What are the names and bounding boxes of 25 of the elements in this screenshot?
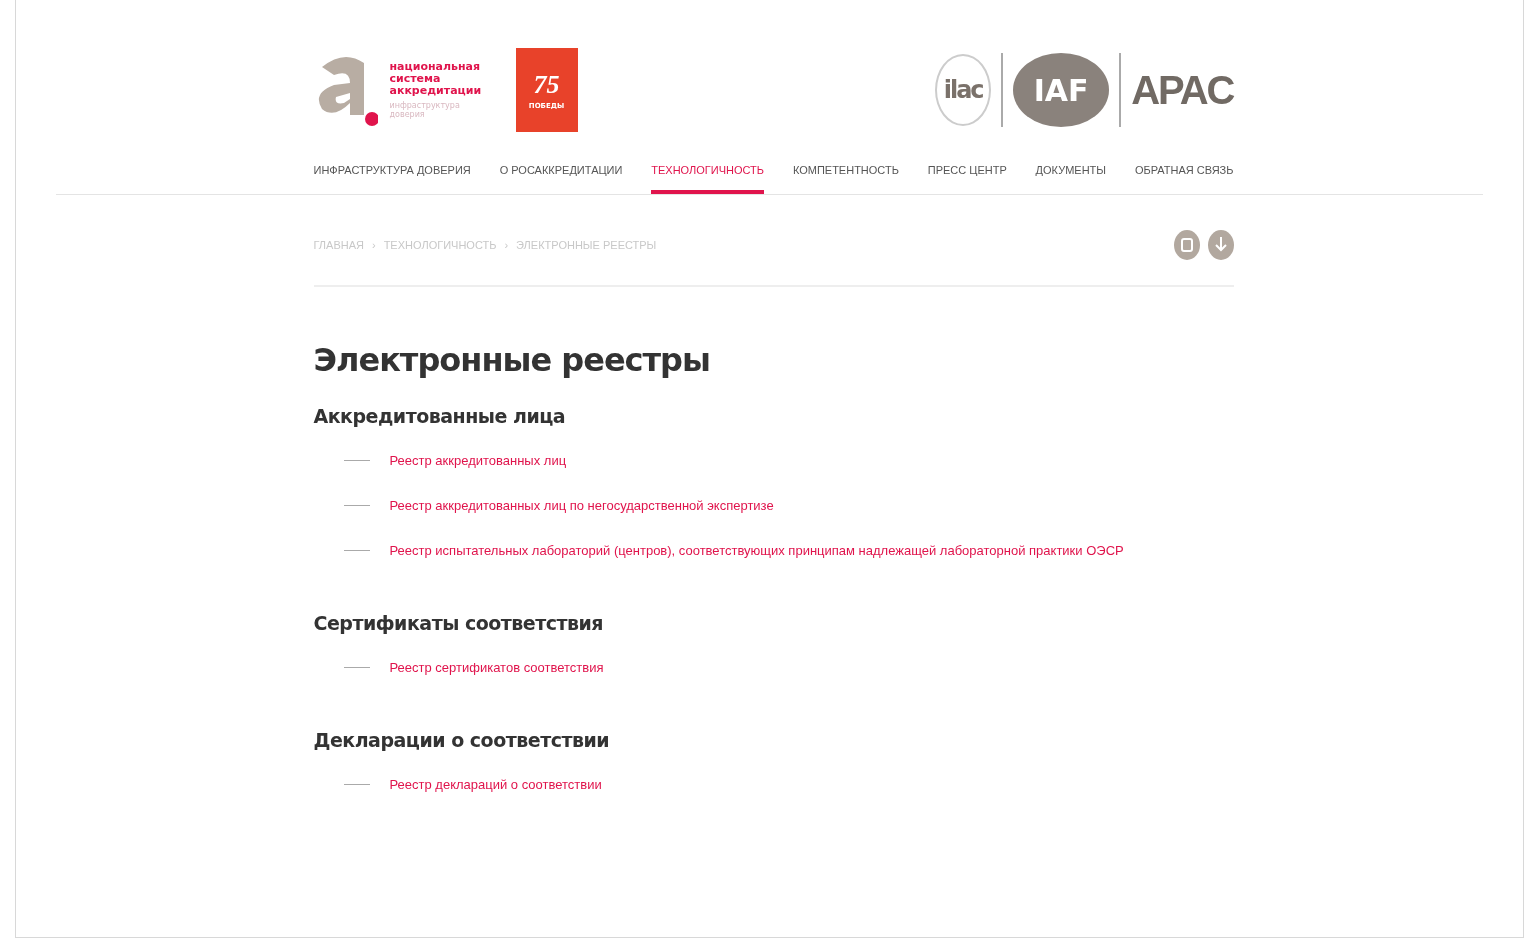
- iaf-logo: IAF: [1013, 53, 1110, 127]
- registry-link[interactable]: Реестр аккредитованных лиц по негосударственной экспертизе: [389, 498, 774, 513]
- logo-title: национальная система аккредитации: [389, 61, 483, 97]
- badge-number: 75: [533, 70, 560, 100]
- logo-subtitle: инфраструктура доверия: [389, 101, 461, 119]
- breadcrumb-separator: ›: [371, 239, 376, 251]
- section-heading: Сертификаты соответствия: [313, 612, 605, 634]
- section-heading: Декларации о соответствии: [313, 729, 611, 751]
- download-icon[interactable]: [1207, 230, 1234, 260]
- nav-tab[interactable]: ДОКУМЕНТЫ: [1035, 154, 1107, 194]
- nav-tab[interactable]: КОМПЕТЕНТНОСТЬ: [792, 154, 899, 194]
- print-icon[interactable]: [1173, 230, 1200, 260]
- registry-link[interactable]: Реестр деклараций о соответствии: [389, 777, 602, 792]
- registry-link[interactable]: Реестр аккредитованных лиц: [389, 453, 567, 468]
- ilac-logo: ilac: [935, 54, 992, 126]
- page-title: Электронные реестры: [313, 341, 711, 379]
- nav-tab[interactable]: ОБРАТНАЯ СВЯЗЬ: [1134, 154, 1234, 194]
- nav-tab[interactable]: О РОСАККРЕДИТАЦИИ: [499, 154, 623, 194]
- nav-tab[interactable]: ИНФРАСТРУКТУРА ДОВЕРИЯ: [313, 154, 471, 194]
- nav-tab[interactable]: ПРЕСС ЦЕНТР: [927, 154, 1007, 194]
- apac-logo: APAC: [1131, 67, 1234, 113]
- breadcrumb-separator: ›: [504, 239, 509, 251]
- section-heading: Аккредитованные лица: [313, 405, 567, 427]
- registry-link[interactable]: Реестр испытательных лабораторий (центров), соответствующих принципам надлежащей лабораторной практики ОЭСР: [389, 543, 1124, 558]
- registry-link[interactable]: Реестр сертификатов соответствия: [389, 660, 604, 675]
